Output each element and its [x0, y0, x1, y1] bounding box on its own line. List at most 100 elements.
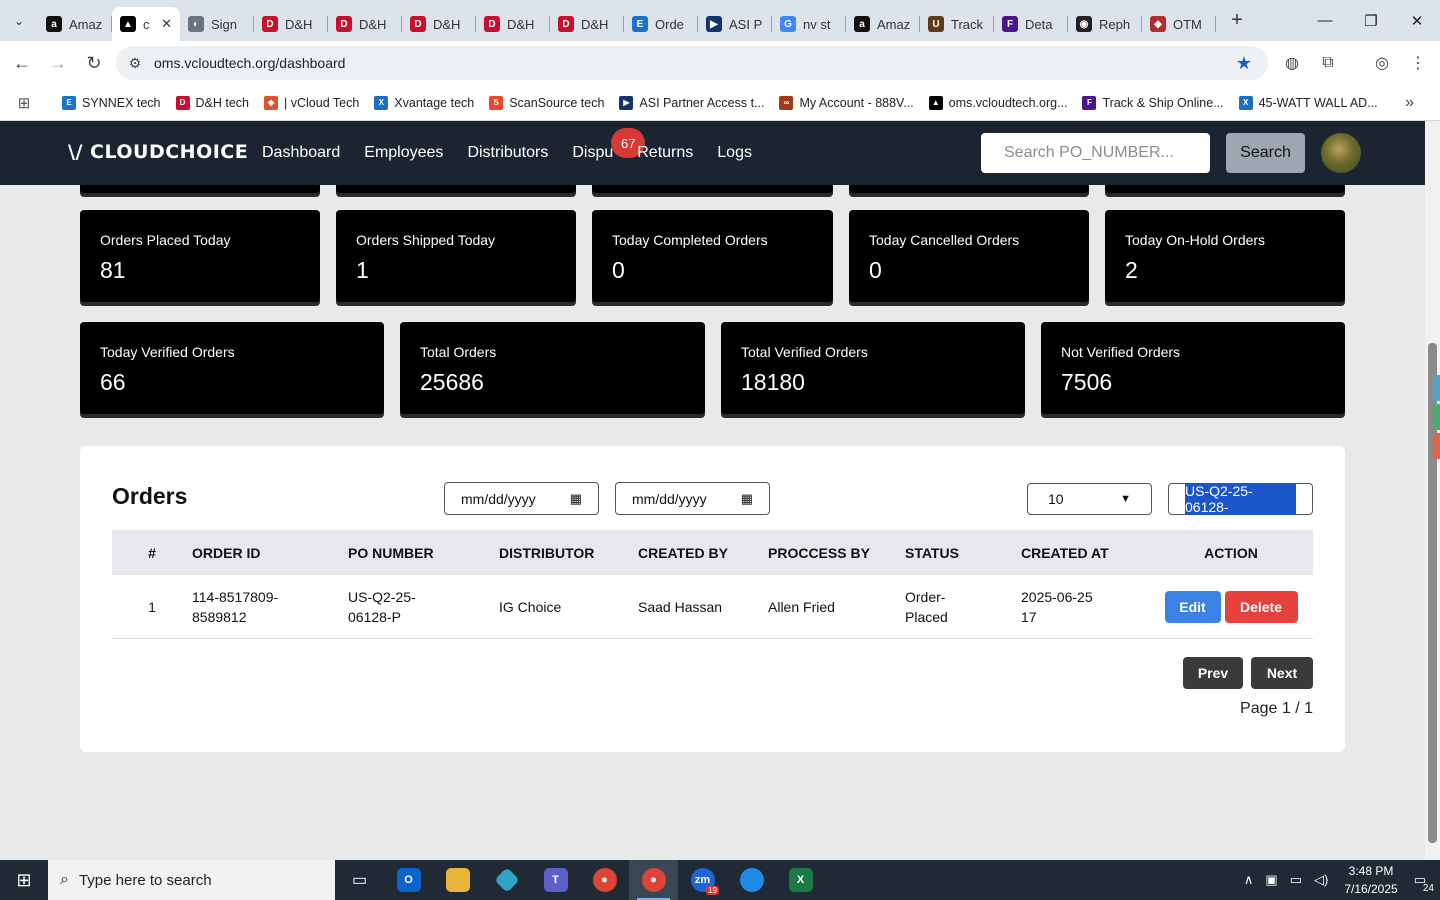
po-search-input[interactable]	[981, 133, 1210, 173]
bookmark-favicon-icon: S	[489, 95, 504, 110]
bookmark-item[interactable]: E SYNNEX tech	[62, 95, 161, 110]
bookmarks-overflow-icon[interactable]: »	[1405, 94, 1414, 112]
profile-icon[interactable]: ◎	[1366, 47, 1398, 79]
network-icon[interactable]: ▭	[1290, 872, 1302, 888]
url-text[interactable]: oms.vcloudtech.org/dashboard	[154, 55, 345, 71]
tab-favicon-icon: ◐	[188, 16, 204, 32]
browser-tab[interactable]: ◉ Reph	[1068, 7, 1142, 41]
app-glyph	[739, 868, 764, 892]
user-avatar[interactable]	[1321, 133, 1361, 173]
teams-icon[interactable]: T	[531, 860, 580, 900]
nav-disputes[interactable]: Dispu 67	[572, 128, 646, 162]
volume-icon[interactable]: ◁)	[1314, 872, 1328, 888]
nav-distributors[interactable]: Distributors	[467, 144, 548, 162]
file-explorer-icon[interactable]	[433, 860, 482, 900]
apps-grid-icon[interactable]: ⊞	[0, 94, 48, 112]
browser-tab[interactable]: ◐ Sign	[180, 7, 254, 41]
tab-close-icon[interactable]: ✕	[161, 16, 172, 32]
browser-tab[interactable]: ◆ OTM	[1142, 7, 1216, 41]
bookmark-item[interactable]: X 45-WATT WALL AD...	[1238, 95, 1378, 110]
po-filter-input[interactable]: US-Q2-25-06128-	[1168, 483, 1313, 515]
notification-count: 24	[1422, 883, 1434, 894]
bookmark-item[interactable]: ▲ oms.vcloudtech.org...	[928, 95, 1067, 110]
stat-card-orders-shipped-today: Orders Shipped Today 1	[336, 210, 576, 302]
browser-tab[interactable]: F Deta	[994, 7, 1068, 41]
col-order-id-header: ORDER ID	[192, 544, 261, 561]
browser-tab[interactable]: E Orde	[624, 7, 698, 41]
translate-icon[interactable]: ◍	[1276, 47, 1308, 79]
window-close-icon[interactable]: ✕	[1394, 0, 1440, 41]
tray-app-icon[interactable]: ▣	[1265, 872, 1277, 888]
chrome-active-icon[interactable]: ●	[629, 860, 678, 900]
date-to-input[interactable]: mm/dd/yyyy ▦	[615, 482, 770, 515]
windows-taskbar: ⊞ ⌕ Type here to search ▭ O T ● ● zm 19 X…	[0, 860, 1440, 900]
browser-tab[interactable]: D D&H	[402, 7, 476, 41]
minimize-icon[interactable]: —	[1302, 0, 1348, 41]
bookmark-item[interactable]: X Xvantage tech	[374, 95, 474, 110]
cell-created-at: 2025-06-25 17	[1021, 588, 1093, 625]
bookmark-item[interactable]: F Track & Ship Online...	[1082, 95, 1224, 110]
browser-tab[interactable]: D D&H	[328, 7, 402, 41]
reload-icon[interactable]: ↻	[76, 45, 112, 81]
tray-chevron-icon[interactable]: ∧	[1244, 872, 1254, 888]
tab-label: Reph	[1099, 16, 1131, 32]
calendar-icon[interactable]: ▦	[570, 491, 582, 507]
table-row: 1 114-8517809-8589812 US-Q2-25-06128-P I…	[112, 575, 1313, 639]
tab-search-chevron-icon[interactable]: ⌄	[0, 0, 38, 41]
edit-button[interactable]: Edit	[1164, 590, 1221, 623]
nav-logs[interactable]: Logs	[717, 144, 752, 162]
per-page-select[interactable]: 10 ▼	[1027, 483, 1152, 515]
bookmark-star-icon[interactable]: ★	[1236, 53, 1252, 74]
next-page-button[interactable]: Next	[1251, 657, 1313, 689]
browser-tab[interactable]: D D&H	[476, 7, 550, 41]
url-bar[interactable]: ⚙ oms.vcloudtech.org/dashboard ★	[116, 46, 1268, 80]
bookmark-item[interactable]: ∞ My Account - 888V...	[779, 95, 914, 110]
windows-start-icon[interactable]: ⊞	[0, 860, 48, 900]
bookmark-item[interactable]: ◆ | vCloud Tech	[264, 95, 359, 110]
browser-tab[interactable]: a Amaz	[846, 7, 920, 41]
browser-tab[interactable]: ▶ ASI P	[698, 7, 772, 41]
nav-returns[interactable]: Returns	[637, 144, 693, 162]
notification-icon[interactable]: ▭ 24	[1414, 872, 1434, 894]
delete-button[interactable]: Delete	[1224, 590, 1298, 623]
search-button[interactable]: Search	[1226, 133, 1305, 173]
restore-icon[interactable]: ❐	[1348, 0, 1394, 41]
site-settings-icon[interactable]: ⚙	[116, 55, 154, 72]
browser-tab[interactable]: U Track	[920, 7, 994, 41]
chrome-glyph: ●	[641, 868, 666, 892]
date-from-input[interactable]: mm/dd/yyyy ▦	[444, 482, 599, 515]
task-view-icon[interactable]: ▭	[335, 860, 384, 900]
browser-tab[interactable]: Gnv st	[772, 7, 846, 41]
browser-tab[interactable]: D D&H	[550, 7, 624, 41]
outlook-icon[interactable]: O	[384, 860, 433, 900]
menu-kebab-icon[interactable]: ⋮	[1402, 47, 1434, 79]
forward-arrow-icon[interactable]: →	[40, 45, 76, 81]
nav-employees[interactable]: Employees	[364, 144, 443, 162]
browser-tab[interactable]: D D&H	[254, 7, 328, 41]
back-arrow-icon[interactable]: ←	[4, 45, 40, 81]
table-header: # ORDER ID PO NUMBER DISTRIBUTOR CREATED…	[112, 530, 1313, 575]
calendar-icon[interactable]: ▦	[741, 491, 753, 507]
nav-dashboard[interactable]: Dashboard	[262, 144, 340, 162]
browser-tab[interactable]: a Amaz	[38, 7, 112, 41]
taskbar-search[interactable]: ⌕ Type here to search	[48, 860, 335, 900]
orders-title: Orders	[112, 483, 188, 509]
prev-page-button[interactable]: Prev	[1183, 657, 1243, 689]
bookmark-item[interactable]: ▶ ASI Partner Access t...	[619, 95, 764, 110]
new-tab-button[interactable]: +	[1220, 4, 1254, 38]
app-diamond-icon[interactable]	[482, 860, 531, 900]
date-to-placeholder: mm/dd/yyyy	[632, 490, 707, 507]
page-scrollbar[interactable]	[1425, 121, 1440, 860]
taskbar-clock[interactable]: 3:48 PM 7/16/2025	[1344, 862, 1397, 898]
zoom-icon[interactable]: zm 19	[678, 860, 727, 900]
app-blue-icon[interactable]	[727, 860, 776, 900]
browser-tab[interactable]: ▲ c ✕	[112, 7, 180, 41]
bookmark-item[interactable]: D D&H tech	[175, 95, 249, 110]
col-created-at-header: CREATED AT	[1021, 544, 1109, 561]
excel-icon[interactable]: X	[776, 860, 825, 900]
bookmark-item[interactable]: S ScanSource tech	[489, 95, 604, 110]
extensions-puzzle-icon[interactable]: ⧉	[1312, 47, 1344, 79]
chrome-icon[interactable]: ●	[580, 860, 629, 900]
cloudchoice-logo[interactable]: \/ CLOUDCHOICE	[68, 141, 248, 163]
col-index-header: #	[148, 544, 156, 561]
